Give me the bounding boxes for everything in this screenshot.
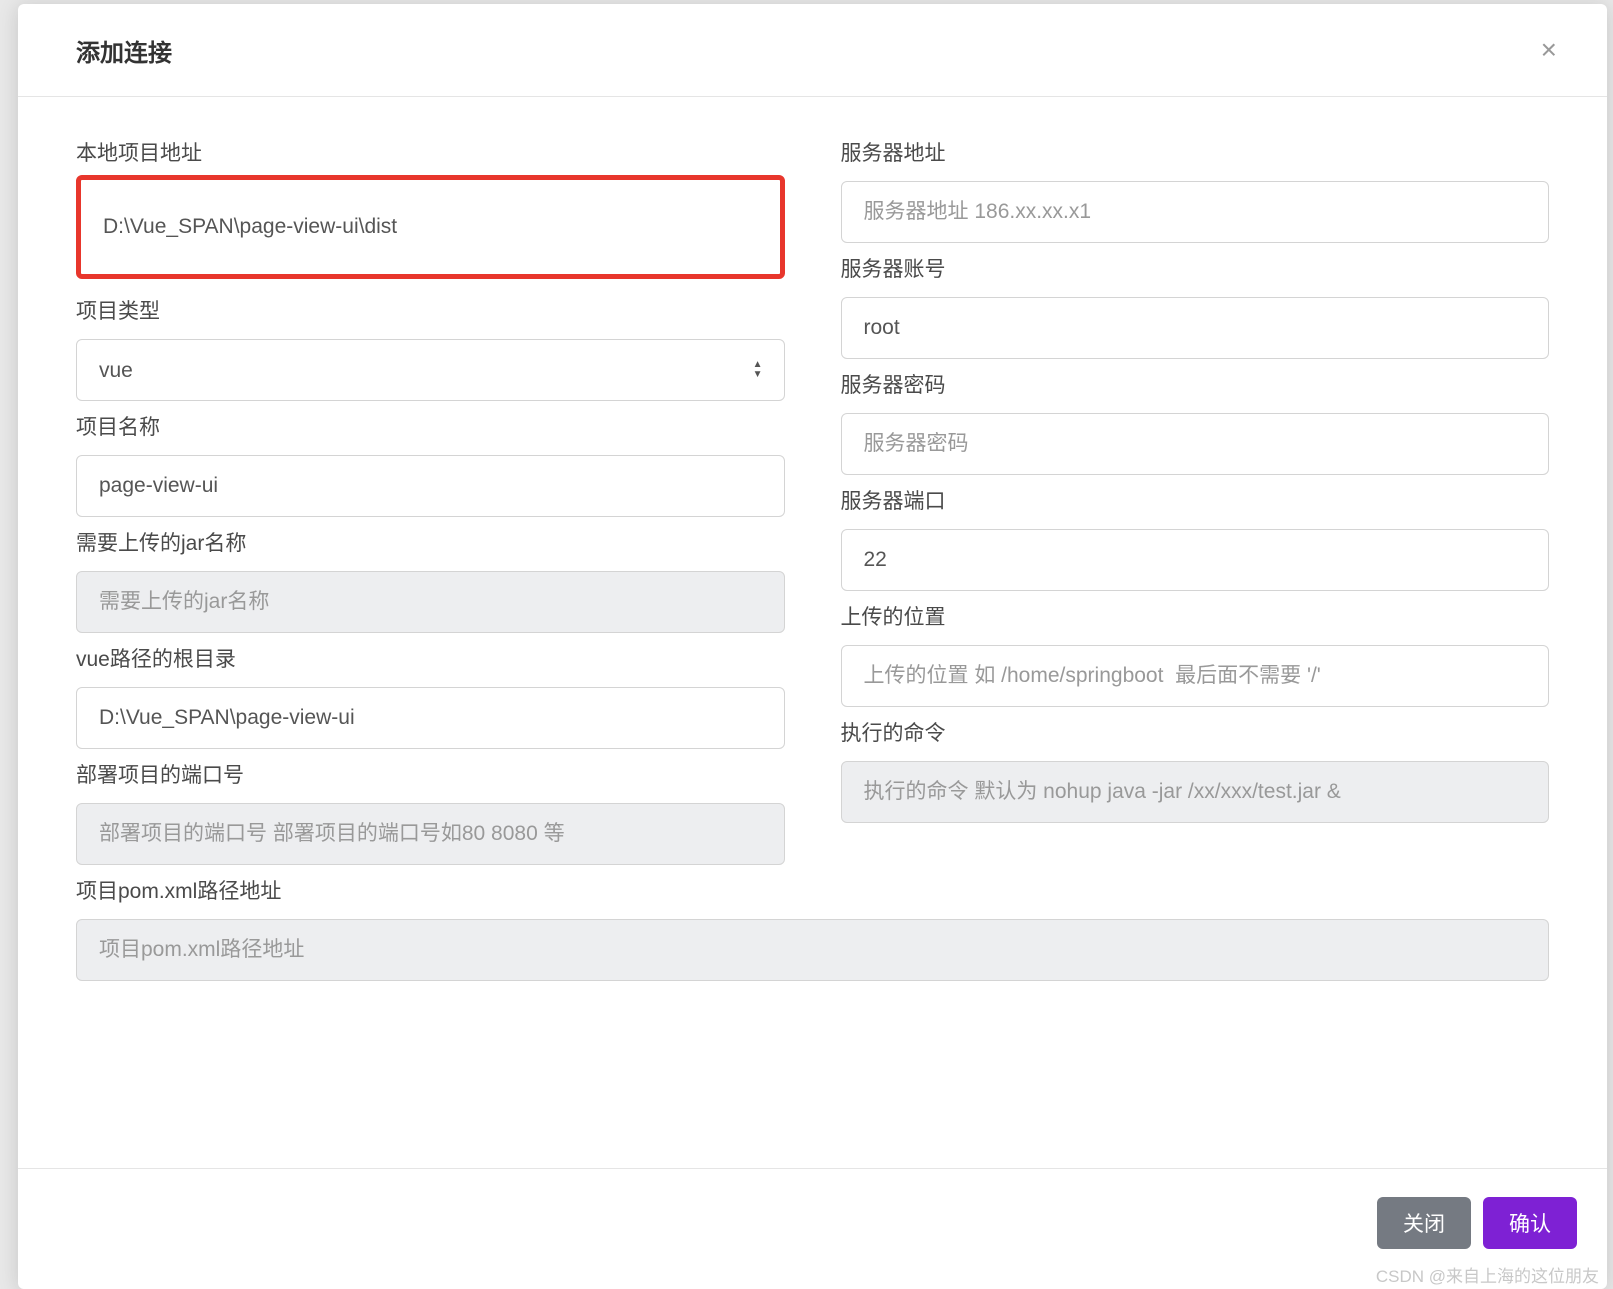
project-name-label: 项目名称 <box>76 411 785 441</box>
jar-name-input <box>76 571 785 633</box>
pom-path-label: 项目pom.xml路径地址 <box>76 875 1549 905</box>
server-pass-label: 服务器密码 <box>841 369 1550 399</box>
pom-path-input <box>76 919 1549 981</box>
vue-root-label: vue路径的根目录 <box>76 643 785 673</box>
upload-path-input[interactable] <box>841 645 1550 707</box>
jar-name-label: 需要上传的jar名称 <box>76 527 785 557</box>
deploy-port-label: 部署项目的端口号 <box>76 759 785 789</box>
close-button[interactable]: 关闭 <box>1377 1197 1471 1249</box>
modal-title: 添加连接 <box>76 33 172 68</box>
server-pass-input[interactable] <box>841 413 1550 475</box>
vue-root-input[interactable] <box>76 687 785 749</box>
local-path-highlight <box>76 175 785 279</box>
exec-cmd-input <box>841 761 1550 823</box>
project-type-label: 项目类型 <box>76 295 785 325</box>
server-addr-label: 服务器地址 <box>841 137 1550 167</box>
watermark-text: CSDN @来自上海的这位朋友 <box>1376 1262 1599 1287</box>
deploy-port-input <box>76 803 785 865</box>
server-port-label: 服务器端口 <box>841 485 1550 515</box>
server-addr-input[interactable] <box>841 181 1550 243</box>
close-icon[interactable]: × <box>1531 32 1567 68</box>
modal-body: 本地项目地址 项目类型 vue 项目名称 <box>18 97 1607 1168</box>
project-type-select[interactable]: vue <box>76 339 785 401</box>
upload-path-label: 上传的位置 <box>841 601 1550 631</box>
project-name-input[interactable] <box>76 455 785 517</box>
local-path-input[interactable] <box>81 180 780 274</box>
server-user-label: 服务器账号 <box>841 253 1550 283</box>
add-connection-modal: 添加连接 × 本地项目地址 项目类型 vue <box>18 4 1607 1289</box>
server-user-input[interactable] <box>841 297 1550 359</box>
local-path-label: 本地项目地址 <box>76 137 785 167</box>
confirm-button[interactable]: 确认 <box>1483 1197 1577 1249</box>
modal-footer: 关闭 确认 <box>18 1168 1607 1289</box>
modal-header: 添加连接 × <box>18 4 1607 97</box>
exec-cmd-label: 执行的命令 <box>841 717 1550 747</box>
server-port-input[interactable] <box>841 529 1550 591</box>
